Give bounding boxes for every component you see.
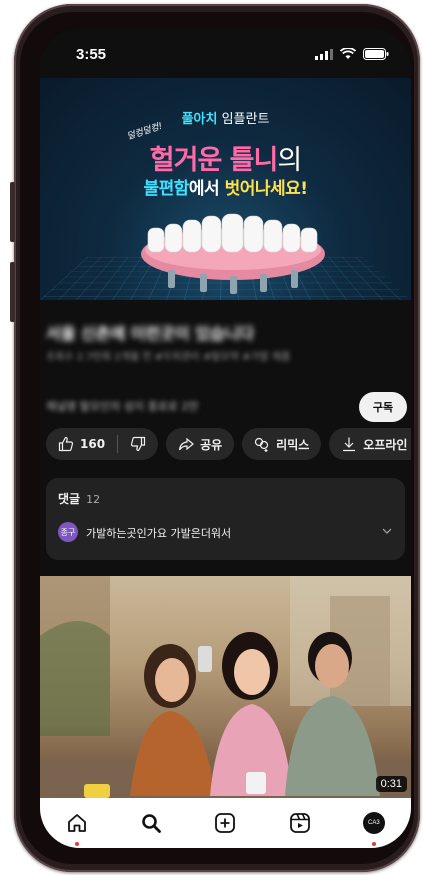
bottom-nav: CA3 <box>40 798 411 848</box>
first-comment: 가발하는곳인가요 가발은더워서 <box>86 527 232 540</box>
video-title[interactable]: 서울 신촌에 이런곳이 있습니다 <box>46 320 254 344</box>
ad-sub-white: 에서 <box>188 179 225 199</box>
nav-profile[interactable]: CA3 <box>349 798 399 848</box>
ad-headline: 헐거운 틀니의 <box>40 138 411 177</box>
share-label: 공유 <box>200 437 223 452</box>
download-label: 오프라인 저장 <box>363 437 411 452</box>
battery-icon <box>363 48 389 60</box>
ad-brand-rest: 임플란트 <box>221 112 270 127</box>
volume-down-button <box>10 262 15 322</box>
nav-reels[interactable] <box>275 798 325 848</box>
ad-sub-yellow: 벗어나세요! <box>224 179 308 199</box>
like-count[interactable]: 160 <box>80 437 105 451</box>
status-icons <box>315 48 389 60</box>
home-icon <box>68 814 86 832</box>
ad-brand: 풀아치 임플란트 <box>40 108 411 127</box>
profile-notification-dot <box>371 842 376 846</box>
chevron-down-icon[interactable] <box>381 526 393 536</box>
profile-avatar: CA3 <box>362 812 385 834</box>
next-video-thumbnail[interactable]: 0:31 <box>40 576 411 798</box>
remix-button[interactable]: 리믹스 <box>242 428 322 460</box>
home-active-dot <box>75 842 80 846</box>
ad-subheadline: 불편함에서 벗어나세요! <box>40 174 411 199</box>
signal-icon <box>315 48 333 60</box>
video-duration-badge: 0:31 <box>375 776 407 792</box>
share-icon <box>178 437 194 451</box>
ad-brand-accent: 풀아치 <box>181 112 218 127</box>
volume-up-button <box>10 182 15 242</box>
comments-section[interactable]: 댓글 12 종구 가발하는곳인가요 가발은더워서 <box>46 478 405 560</box>
comments-count: 12 <box>86 493 101 506</box>
denture-image <box>141 213 325 294</box>
ad-headline-pink: 헐거운 틀니 <box>149 145 279 176</box>
like-divider <box>117 435 119 453</box>
create-plus-icon <box>215 813 236 833</box>
reels-icon <box>289 813 310 833</box>
thumbs-up-icon[interactable] <box>58 436 74 452</box>
status-bar: 3:55 <box>40 28 411 78</box>
share-button[interactable]: 공유 <box>166 428 235 460</box>
nav-home[interactable] <box>52 798 102 848</box>
channel-name[interactable]: 채널명 탈모인의 성지 종로로 2만 <box>46 398 199 414</box>
thumbnail-people-image <box>40 576 411 798</box>
ad-sub-cyan: 불편함 <box>143 179 189 199</box>
ad-banner[interactable]: 풀아치 임플란트 덜컹덜컹! 헐거운 틀니의 불편함에서 벗어나세요! <box>40 78 411 300</box>
video-meta[interactable]: 조회수 2.7만회 2개월 전 #두피관리 #탈모약 #가발 제품 <box>46 348 290 363</box>
comments-heading: 댓글 12 <box>58 490 100 507</box>
subscribe-button[interactable]: 구독 <box>359 392 407 422</box>
download-button[interactable]: 오프라인 저장 <box>329 428 411 460</box>
wifi-icon <box>340 48 356 59</box>
thumbs-down-icon[interactable] <box>130 436 146 452</box>
remix-icon <box>255 437 269 452</box>
download-icon <box>343 437 356 452</box>
video-info: 서울 신촌에 이런곳이 있습니다 조회수 2.7만회 2개월 전 #두피관리 #… <box>40 300 411 430</box>
remix-label: 리믹스 <box>276 437 310 452</box>
comments-title: 댓글 <box>58 492 81 506</box>
search-icon <box>142 814 162 833</box>
ad-headline-white: 의 <box>277 145 302 176</box>
action-bar: 160 공유 리믹스 오프라인 저장 <box>40 428 411 462</box>
like-dislike-pill: 160 <box>46 428 159 460</box>
status-time: 3:55 <box>76 46 107 63</box>
nav-create[interactable] <box>200 798 250 848</box>
channel-row: 채널명 탈모인의 성지 종로로 2만 구독 <box>46 388 411 422</box>
screen: 3:55 풀아치 임플란트 덜컹덜컹! 헐거운 틀니의 불편함에서 벗어나세요!… <box>40 28 411 848</box>
commenter-avatar: 종구 <box>58 522 78 542</box>
nav-search[interactable] <box>126 798 176 848</box>
